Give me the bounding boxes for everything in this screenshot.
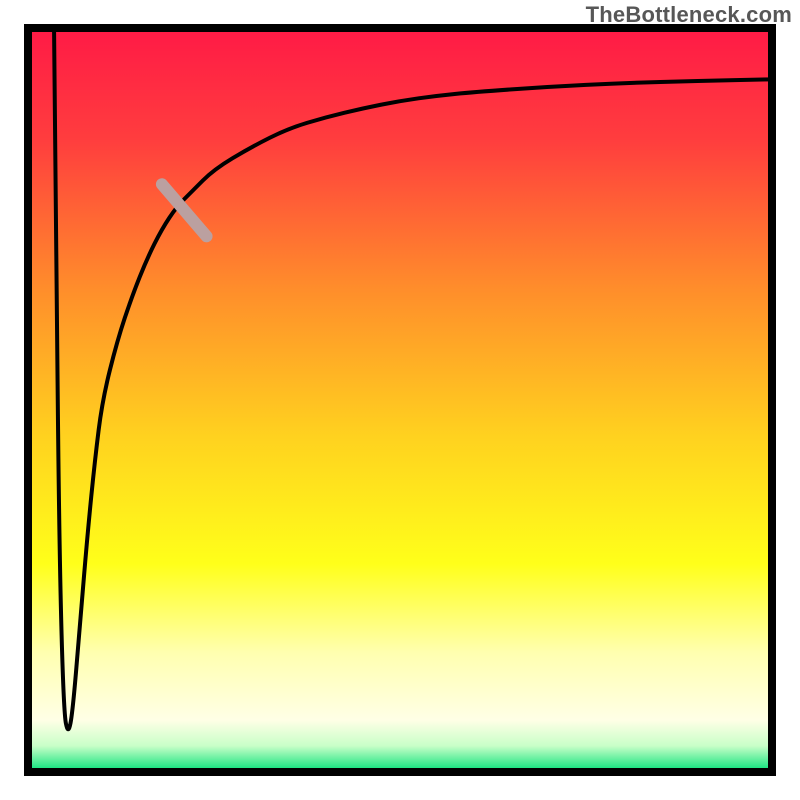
chart-root: TheBottleneck.com (0, 0, 800, 800)
plot-background (28, 28, 772, 772)
chart-svg (0, 0, 800, 800)
watermark-label: TheBottleneck.com (586, 2, 792, 28)
